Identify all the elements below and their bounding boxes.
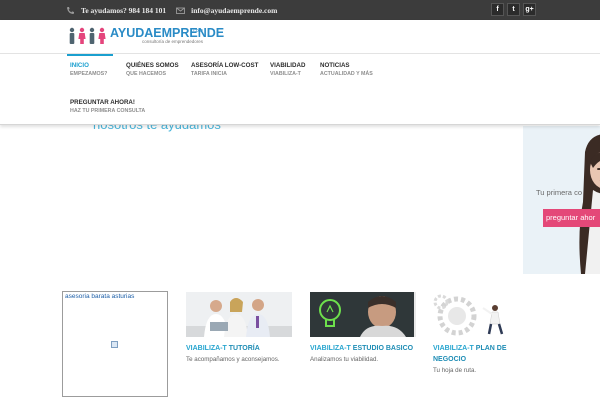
active-nav-indicator xyxy=(67,54,113,56)
service-card-estudio-basico[interactable]: VIABILIZA-T ESTUDIO BASICO Analizamos tu… xyxy=(310,292,416,363)
card-title: VIABILIZA-T PLAN DE NEGOCIO xyxy=(433,345,507,363)
broken-image-icon xyxy=(111,341,118,348)
site-logo[interactable]: AYUDAEMPRENDE .com consultoría de empren… xyxy=(68,26,224,46)
service-card-tutoria[interactable]: VIABILIZA-T TUTORÍA Te acompañamos y aco… xyxy=(186,292,292,363)
envelope-icon xyxy=(176,6,186,15)
card-description: Tu hoja de ruta. xyxy=(433,367,477,374)
logo-wordmark: AYUDAEMPRENDE xyxy=(110,26,225,40)
promo-banner: Tu primera co preguntar ahor xyxy=(523,126,600,274)
nav-subtitle: EMPEZAMOS? xyxy=(70,71,108,77)
nav-title: PREGUNTAR AHORA! xyxy=(70,99,135,106)
nav-subtitle: VIABILIZA-T xyxy=(270,71,301,77)
banner-copy: Tu primera co xyxy=(536,188,582,197)
gears-photo-icon xyxy=(433,292,539,337)
logo-tagline: consultoría de emprendedores xyxy=(142,39,204,44)
people-logo-icon xyxy=(69,27,106,44)
logo-domain: .com xyxy=(192,28,203,34)
nav-title: ASESORÍA LOW-COST xyxy=(191,62,259,69)
lightbulb-photo-icon xyxy=(310,292,414,337)
google-plus-icon[interactable]: g+ xyxy=(523,3,536,16)
ask-now-button[interactable]: preguntar ahor xyxy=(543,209,600,227)
nav-subtitle: TARIFA INICIA xyxy=(191,71,227,77)
facebook-icon[interactable]: f xyxy=(491,3,504,16)
phone-icon xyxy=(66,6,75,15)
image-alt-text: asesoria barata asturias xyxy=(65,293,135,300)
phone-text[interactable]: Te ayudamos? 984 184 101 xyxy=(81,6,166,15)
card-description: Te acompañamos y aconsejamos. xyxy=(186,356,280,363)
card-thumbnail xyxy=(310,292,416,337)
nav-subtitle: ACTUALIDAD Y MÁS xyxy=(320,71,373,77)
nav-title: NOTICIAS xyxy=(320,62,350,69)
card-title: VIABILIZA-T TUTORÍA xyxy=(186,345,260,352)
card-description: Analizamos tu viabilidad. xyxy=(310,356,379,363)
twitter-icon[interactable]: t xyxy=(507,3,520,16)
nav-item-quienes-somos[interactable]: QUIÉNES SOMOS QUE HACEMOS xyxy=(126,62,179,78)
nav-item-preguntar-ahora[interactable]: PREGUNTAR AHORA! HAZ TU PRIMERA CONSULTA xyxy=(70,99,145,115)
nav-title: INICIO xyxy=(70,62,89,69)
card-thumbnail xyxy=(433,292,539,337)
nav-subtitle: HAZ TU PRIMERA CONSULTA xyxy=(70,108,146,114)
nav-item-inicio[interactable]: INICIO EMPEZAMOS? xyxy=(70,62,107,78)
broken-image[interactable]: asesoria barata asturias xyxy=(62,291,168,397)
service-card-plan-de-negocio[interactable]: VIABILIZA-T PLAN DE NEGOCIO Tu hoja de ru… xyxy=(433,292,539,374)
contact-info: Te ayudamos? 984 184 101 info@ayudaempre… xyxy=(66,3,277,17)
woman-photo-icon xyxy=(579,134,600,274)
email-link[interactable]: info@ayudaemprende.com xyxy=(191,6,277,15)
nav-item-noticias[interactable]: NOTICIAS ACTUALIDAD Y MÁS xyxy=(320,62,373,78)
site-header: AYUDAEMPRENDE .com consultoría de empren… xyxy=(0,20,600,125)
card-title: VIABILIZA-T ESTUDIO BASICO xyxy=(310,345,414,352)
nav-title: QUIÉNES SOMOS xyxy=(126,62,179,69)
top-bar: Te ayudamos? 984 184 101 info@ayudaempre… xyxy=(0,0,600,20)
nav-title: VIABILIDAD xyxy=(270,62,306,69)
team-photo-icon xyxy=(186,292,292,337)
nav-item-asesoria-low-cost[interactable]: ASESORÍA LOW-COST TARIFA INICIA xyxy=(191,62,258,78)
nav-item-viabilidad[interactable]: VIABILIDAD VIABILIZA-T xyxy=(270,62,305,78)
card-thumbnail xyxy=(186,292,292,337)
social-links: f t g+ xyxy=(491,3,536,16)
nav-subtitle: QUE HACEMOS xyxy=(126,71,167,77)
